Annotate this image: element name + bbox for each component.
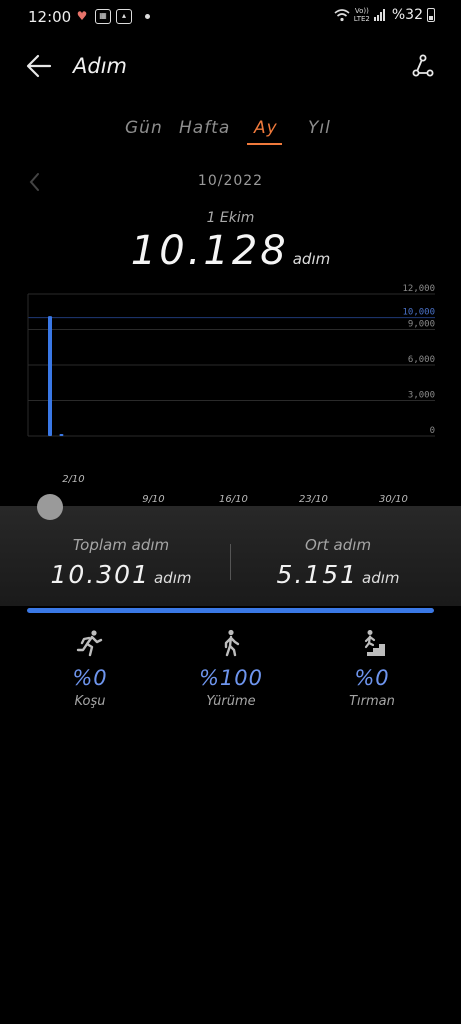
steps-chart[interactable]: 12,000 10,000 9,000 6,000 3,000 0 2/10 9/10 16/1… xyxy=(0,280,461,510)
status-right: Vo)) LTE2 %32 xyxy=(334,7,435,23)
lte-indicator: Vo)) LTE2 xyxy=(354,7,370,23)
lte-label-bottom: LTE2 xyxy=(353,15,370,23)
status-left-icons: ♥ ▦ ▴ xyxy=(74,8,150,24)
activity-climbing: %0 Tırman xyxy=(312,628,432,709)
activity-progress-fill xyxy=(27,608,434,613)
running-percent: %0 xyxy=(72,666,108,690)
total-steps-unit: adım xyxy=(153,569,192,587)
x-tick-label: 30/10 xyxy=(379,494,408,505)
back-arrow-icon[interactable] xyxy=(24,52,54,80)
activity-running: %0 Koşu xyxy=(30,628,150,709)
gallery-icon: ▴ xyxy=(116,8,132,24)
period-navigation: 10/2022 xyxy=(0,168,461,198)
chart-bar xyxy=(48,316,52,436)
selected-value: 10.128 xyxy=(130,228,289,274)
x-tick-label: 16/10 xyxy=(219,494,248,505)
chart-svg: 12,000 10,000 9,000 6,000 3,000 0 2/10 9/10 16/1… xyxy=(27,284,435,505)
y-tick-label: 0 xyxy=(430,426,435,436)
x-tick-label: 23/10 xyxy=(299,494,328,505)
climbing-percent: %0 xyxy=(354,666,390,690)
running-label: Koşu xyxy=(74,694,106,709)
tab-ay[interactable]: Ay xyxy=(254,118,278,138)
avg-steps-value-row: 5.151 adım xyxy=(238,560,438,589)
total-steps-value: 10.301 xyxy=(50,560,150,589)
summary-divider xyxy=(230,544,231,580)
chart-bar xyxy=(59,433,64,436)
activity-progress-bar xyxy=(27,608,434,613)
period-tabs: Gün Hafta Ay Yıl xyxy=(0,112,461,152)
tab-active-indicator xyxy=(247,143,282,145)
battery-text: %32 xyxy=(391,7,423,23)
x-tick-label: 2/10 xyxy=(62,474,84,485)
avg-steps-value: 5.151 xyxy=(276,560,359,589)
y-tick-label: 9,000 xyxy=(408,320,435,330)
heart-icon: ♥ xyxy=(76,9,88,23)
total-steps-value-row: 10.301 adım xyxy=(21,560,221,589)
notification-dot-icon xyxy=(145,13,150,19)
share-icon[interactable] xyxy=(409,52,437,80)
badge-icon: ▦ xyxy=(95,8,111,24)
signal-icon xyxy=(373,9,388,21)
selected-value-row: 10.128 adım xyxy=(0,228,461,274)
total-steps-label: Toplam adım xyxy=(72,536,170,554)
wifi-icon xyxy=(334,9,350,22)
tab-gun[interactable]: Gün xyxy=(125,118,163,138)
app-bar: Adım xyxy=(0,44,461,88)
activity-walking: %100 Yürüme xyxy=(171,628,291,709)
running-icon xyxy=(76,630,103,657)
walking-icon xyxy=(224,629,240,657)
status-time: 12:00 xyxy=(28,8,72,26)
climbing-label: Tırman xyxy=(349,694,395,709)
lte-label-top: Vo)) xyxy=(354,7,369,15)
period-label: 10/2022 xyxy=(197,173,264,189)
avg-steps-label: Ort adım xyxy=(304,536,372,554)
selected-date: 1 Ekim xyxy=(206,210,255,226)
avg-steps-unit: adım xyxy=(362,569,400,587)
walking-label: Yürüme xyxy=(206,694,256,709)
status-bar: 12:00 ♥ ▦ ▴ Vo)) LTE2 %32 xyxy=(0,0,461,34)
y-tick-label: 6,000 xyxy=(408,355,435,365)
x-tick-label: 9/10 xyxy=(142,494,164,505)
y-tick-label: 10,000 xyxy=(402,308,435,318)
y-tick-label: 3,000 xyxy=(408,391,435,401)
chart-scrubber-handle[interactable] xyxy=(37,494,63,520)
tab-hafta[interactable]: Hafta xyxy=(179,118,230,138)
tab-yil[interactable]: Yıl xyxy=(308,118,331,138)
walking-percent: %100 xyxy=(198,666,264,690)
selected-unit: adım xyxy=(292,250,331,268)
stairs-climbing-icon xyxy=(360,630,385,656)
y-tick-label: 12,000 xyxy=(402,284,435,294)
page-title: Adım xyxy=(73,54,127,78)
battery-icon xyxy=(427,8,435,22)
